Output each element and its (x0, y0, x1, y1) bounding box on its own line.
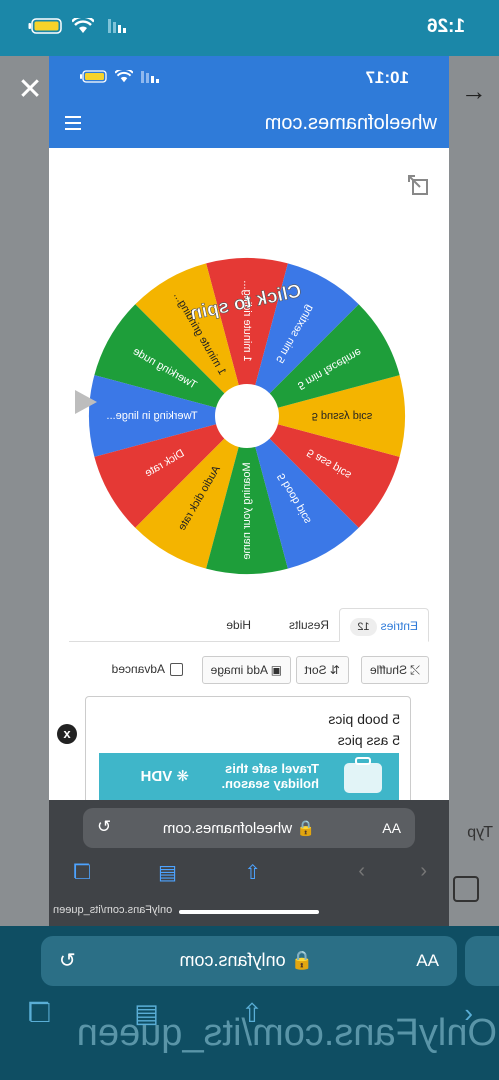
entries-count-badge: 12 (350, 618, 377, 636)
outer-status-time: 1:26 (426, 16, 465, 37)
inner-address-bar[interactable]: AA 🔒 wheelofnames.com ↻ (83, 808, 415, 848)
outer-status-bar: 1:26 (0, 0, 499, 56)
outer-url-text: 🔒 onlyfans.com (179, 950, 313, 970)
wheel-hub[interactable] (215, 384, 279, 448)
shuffle-button[interactable]: ⤮ Shuffle (360, 656, 429, 684)
ad-line-1: Travel safe this (225, 761, 319, 776)
wheel-pointer (75, 390, 97, 414)
menu-icon[interactable] (65, 116, 81, 130)
inner-signal-icon (141, 70, 159, 83)
image-icon[interactable] (453, 876, 479, 902)
inner-status-time: 10:17 (365, 68, 409, 87)
outer-url-host: onlyfans.com (179, 950, 286, 970)
fullscreen-icon[interactable] (407, 174, 429, 196)
wifi-icon (72, 18, 94, 33)
inner-forward-icon[interactable]: › (358, 860, 365, 883)
entry-line: 5 ass pics (337, 732, 400, 748)
wheel-segment-label: Twerking in linge... (106, 410, 197, 422)
backdrop-typ-text: Typ (467, 824, 493, 841)
inner-share-icon[interactable]: ⇧ (244, 860, 261, 885)
close-icon[interactable]: ✕ (10, 70, 50, 110)
inner-tabs-icon[interactable]: ❐ (73, 860, 91, 885)
inner-url-text: 🔒 wheelofnames.com (162, 820, 315, 837)
outer-reader-button[interactable]: AA (416, 951, 439, 971)
outer-address-bar[interactable]: AA 🔒 onlyfans.com ↻ (41, 936, 457, 986)
tab-entries-label: Entries (380, 619, 418, 633)
inner-bookmarks-icon[interactable]: ▤ (158, 860, 177, 885)
signal-icon (108, 19, 126, 33)
inner-status-bar: 10:17 (49, 56, 449, 100)
entries-toolbar: ⤮ Shuffle ⇅ Sort ▣ Add image Advanced (69, 656, 429, 686)
ad-line-2: holiday season. (221, 776, 319, 791)
inner-reader-button[interactable]: AA (382, 820, 401, 836)
entries-tabs: Entries12 Results Hide (69, 608, 429, 642)
tab-hide[interactable]: Hide (226, 608, 251, 642)
outer-reload-icon[interactable]: ↻ (59, 948, 76, 973)
entry-line: 5 boob pics (328, 711, 400, 727)
outer-safari-bar: AA 🔒 onlyfans.com ↻ ‹ ⇧ ▤ ❐ OnlyFans.com… (0, 926, 499, 1080)
ad-brand-label: VDH (140, 768, 173, 785)
ad-brand: ❋ VDH (140, 768, 189, 785)
add-image-label: Add image (210, 663, 268, 677)
app-header: wheelofnames.com (49, 100, 449, 148)
wheel-svg[interactable]: 1 minute riding...1 minute grinding...Tw… (87, 256, 407, 576)
sort-button[interactable]: ⇅ Sort (295, 656, 349, 684)
inner-reload-icon[interactable]: ↻ (97, 817, 111, 837)
site-title[interactable]: wheelofnames.com (265, 112, 437, 135)
inner-safari-bar: AA 🔒 wheelofnames.com ↻ ‹ › ⇧ ▤ ❐ onlyFa… (49, 800, 449, 926)
outer-link-overlay: OnlyFans.com/its_queen (76, 1012, 497, 1054)
back-arrow-icon[interactable]: ← (457, 76, 487, 106)
checkbox-icon[interactable] (170, 662, 183, 676)
adjacent-tab-pill[interactable] (465, 936, 499, 986)
ad-copy: Travel safe this holiday season. (221, 761, 319, 791)
clear-entries-icon[interactable]: x (57, 724, 77, 744)
outer-status-icons (28, 18, 126, 34)
inner-back-icon[interactable]: ‹ (420, 860, 427, 883)
inner-status-icons (79, 70, 159, 83)
tab-results[interactable]: Results (289, 608, 329, 642)
tab-entries[interactable]: Entries12 (339, 608, 429, 642)
wheel-segment-label: Moaning your name (241, 462, 253, 559)
wheel[interactable]: 1 minute riding... 1 minute grinding... Tw… (87, 256, 407, 576)
advanced-label: Advanced (111, 662, 165, 676)
inner-safari-toolbar: ‹ › ⇧ ▤ ❐ (49, 860, 449, 890)
suitcase-icon (344, 757, 382, 793)
battery-icon (28, 18, 62, 34)
wheel-segment-label: 5 pussy pics (312, 410, 373, 422)
screenshot-preview: 10:17 wheelofnames.com 1 minute riding..… (49, 56, 449, 926)
inner-wifi-icon (115, 70, 133, 83)
sort-label: Sort (304, 663, 327, 677)
inner-url-host: wheelofnames.com (162, 820, 293, 837)
home-indicator (179, 910, 319, 914)
advanced-checkbox[interactable]: Advanced (112, 662, 183, 676)
shuffle-label: Shuffle (369, 663, 408, 677)
inner-battery-icon (80, 70, 107, 83)
ad-banner[interactable]: Travel safe this holiday season. ❋ VDH (99, 753, 399, 801)
add-image-button[interactable]: ▣ Add image (201, 656, 291, 684)
